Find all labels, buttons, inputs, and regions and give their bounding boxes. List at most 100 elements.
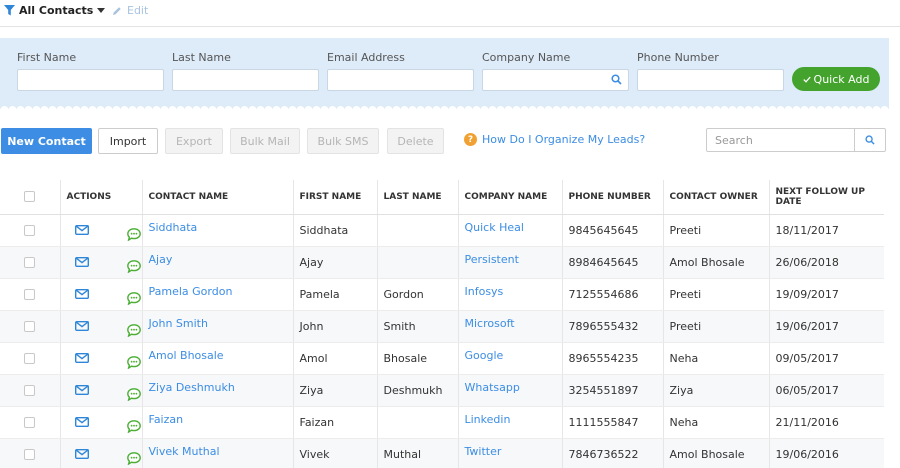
table-row: Siddhata Siddhata Quick Heal 9845645645 Pree…	[0, 214, 884, 247]
sms-icon[interactable]	[126, 419, 141, 433]
row-checkbox[interactable]	[24, 257, 36, 268]
first-name-cell: Ajay	[292, 246, 377, 279]
last-name-cell	[376, 246, 458, 279]
company-name-link[interactable]: Infosys	[465, 285, 504, 298]
mail-icon[interactable]	[74, 448, 89, 459]
mail-icon[interactable]	[74, 416, 89, 427]
follow-up-date-cell: 18/11/2017	[768, 214, 884, 247]
header-company-name[interactable]: Company Name	[457, 180, 562, 215]
help-link[interactable]: ? How Do I Organize My Leads?	[464, 133, 645, 146]
contact-name-link[interactable]: Vivek Muthal	[149, 445, 220, 458]
sms-icon[interactable]	[126, 355, 141, 369]
contact-name-link[interactable]: John Smith	[149, 317, 208, 330]
row-actions-cell	[59, 438, 142, 468]
contact-name-link[interactable]: Siddhata	[149, 221, 198, 234]
row-checkbox[interactable]	[24, 385, 36, 396]
row-checkbox[interactable]	[24, 353, 36, 364]
bulk-mail-button[interactable]: Bulk Mail	[230, 128, 300, 154]
quick-add-label: Quick Add	[813, 72, 870, 86]
bulk-sms-button[interactable]: Bulk SMS	[307, 128, 379, 154]
contact-name-cell: Ziya Deshmukh	[141, 374, 293, 407]
sms-icon[interactable]	[126, 323, 141, 337]
row-checkbox[interactable]	[24, 321, 36, 332]
row-actions-cell	[59, 310, 142, 343]
last-name-field[interactable]	[172, 69, 319, 91]
last-name-cell: Gordon	[376, 278, 458, 311]
header-next-follow-up[interactable]: Next Follow Up Date	[768, 180, 884, 215]
phone-number-field[interactable]	[637, 69, 784, 91]
contact-owner-cell: Amol Bhosale	[662, 246, 769, 279]
row-actions	[67, 343, 142, 374]
company-name-link[interactable]: Whatsapp	[465, 381, 520, 394]
row-select-cell	[0, 374, 60, 407]
mail-icon[interactable]	[74, 384, 89, 395]
sms-icon[interactable]	[126, 291, 141, 305]
import-button[interactable]: Import	[98, 128, 158, 154]
company-name-link[interactable]: Linkedin	[465, 413, 511, 426]
phone-number-cell: 1111555847	[561, 406, 663, 439]
search-input[interactable]	[707, 129, 855, 151]
mail-icon[interactable]	[74, 256, 89, 267]
quick-add-panel: First Name Last Name Email Address Compa…	[0, 38, 889, 110]
header-contact-owner[interactable]: Contact Owner	[662, 180, 769, 215]
company-name-cell: Whatsapp	[457, 374, 562, 407]
row-actions	[67, 375, 142, 406]
delete-button[interactable]: Delete	[387, 128, 444, 154]
pencil-icon	[113, 6, 121, 15]
table-row: Ajay Ajay Persistent 8984645645 Amol Bhosale…	[0, 246, 884, 279]
header-last-name[interactable]: Last Name	[376, 180, 458, 215]
row-actions	[67, 247, 142, 278]
contact-name-link[interactable]: Ajay	[149, 253, 173, 266]
contact-name-link[interactable]: Amol Bhosale	[149, 349, 224, 362]
search-icon	[611, 74, 622, 85]
question-icon: ?	[464, 133, 477, 146]
new-contact-button[interactable]: New Contact	[1, 128, 92, 154]
mail-icon[interactable]	[74, 288, 89, 299]
sms-icon[interactable]	[126, 227, 141, 241]
header-phone-number[interactable]: Phone Number	[561, 180, 663, 215]
contact-name-link[interactable]: Pamela Gordon	[149, 285, 233, 298]
select-all-checkbox[interactable]	[24, 191, 36, 203]
sms-icon[interactable]	[126, 387, 141, 401]
edit-view-link[interactable]: Edit	[112, 4, 148, 17]
contact-name-cell: Pamela Gordon	[141, 278, 293, 311]
contact-name-link[interactable]: Faizan	[149, 413, 184, 426]
table-header-row: Actions Contact Name First Name Last Nam…	[0, 180, 884, 215]
company-name-field[interactable]	[482, 69, 629, 91]
contacts-table-body: Siddhata Siddhata Quick Heal 9845645645 Pree…	[0, 214, 884, 468]
contact-name-link[interactable]: Ziya Deshmukh	[149, 381, 235, 394]
company-name-link[interactable]: Persistent	[465, 253, 519, 266]
header-contact-name[interactable]: Contact Name	[141, 180, 293, 215]
search-button[interactable]	[854, 129, 885, 151]
select-all-cell	[0, 180, 60, 215]
first-name-field[interactable]	[17, 69, 164, 91]
row-checkbox[interactable]	[24, 225, 36, 236]
help-link-label: How Do I Organize My Leads?	[482, 133, 646, 146]
export-button[interactable]: Export	[165, 128, 223, 154]
quick-add-button[interactable]: Quick Add	[792, 67, 880, 91]
mail-icon[interactable]	[74, 320, 89, 331]
contact-owner-cell: Preeti	[662, 278, 769, 311]
sms-icon[interactable]	[126, 451, 141, 465]
row-checkbox[interactable]	[24, 289, 36, 300]
company-name-cell: Persistent	[457, 246, 562, 279]
view-selector[interactable]: All Contacts	[4, 4, 106, 17]
last-name-cell: Bhosale	[376, 342, 458, 375]
company-name-link[interactable]: Twitter	[465, 445, 502, 458]
row-checkbox[interactable]	[24, 449, 36, 460]
toolbar: New Contact Import Export Bulk Mail Bulk…	[0, 128, 900, 154]
email-address-field[interactable]	[327, 69, 474, 91]
row-checkbox[interactable]	[24, 417, 36, 428]
last-name-cell: Smith	[376, 310, 458, 343]
first-name-label: First Name	[17, 51, 77, 64]
company-name-link[interactable]: Google	[465, 349, 504, 362]
company-name-link[interactable]: Microsoft	[465, 317, 515, 330]
mail-icon[interactable]	[74, 224, 89, 235]
sms-icon[interactable]	[126, 259, 141, 273]
header-first-name[interactable]: First Name	[292, 180, 377, 215]
table-row: Pamela Gordon Pamela Gordon Infosys 71255546…	[0, 278, 884, 311]
company-name-link[interactable]: Quick Heal	[465, 221, 524, 234]
row-select-cell	[0, 406, 60, 439]
last-name-cell	[376, 214, 458, 247]
mail-icon[interactable]	[74, 352, 89, 363]
